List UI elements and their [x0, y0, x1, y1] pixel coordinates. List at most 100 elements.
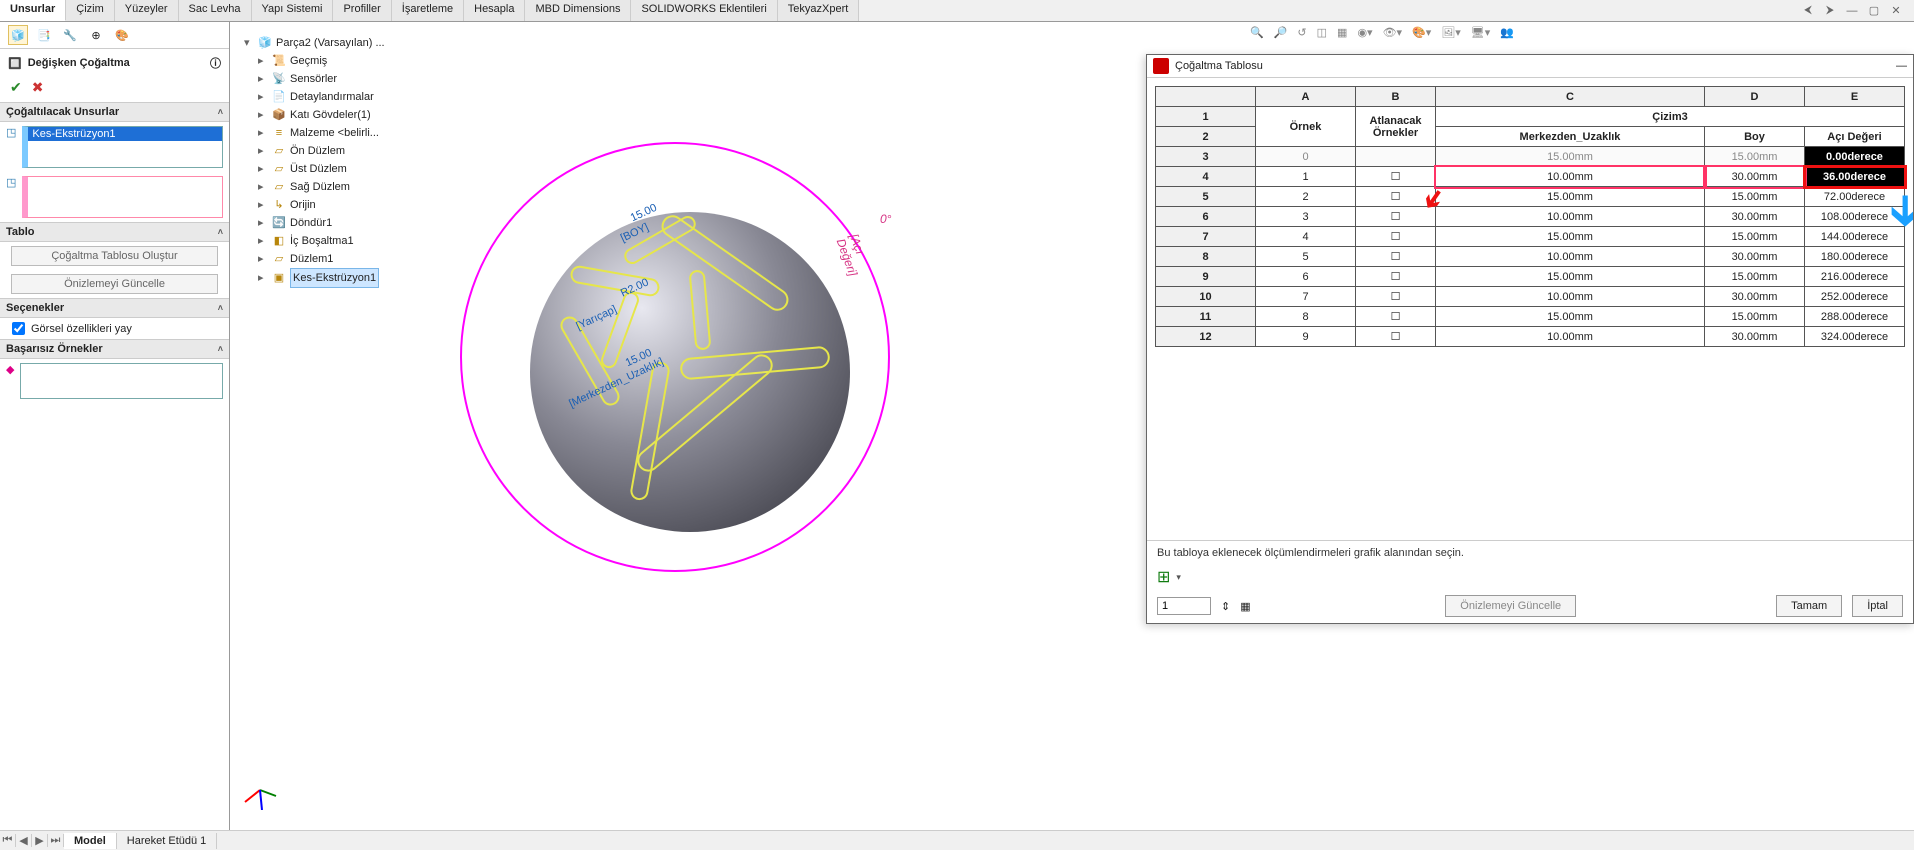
grid-icon[interactable]: ▦ — [1240, 600, 1250, 613]
col-E[interactable]: E — [1805, 87, 1905, 107]
cell[interactable]: 30.00mm — [1705, 167, 1805, 187]
chevron-up-icon[interactable]: ˄ — [218, 344, 223, 354]
zoom-fit-icon[interactable]: 🔍 — [1250, 26, 1264, 39]
feature-tree[interactable]: ▾🧊Parça2 (Varsayılan) ... ▸📜Geçmiş▸📡Sens… — [240, 30, 430, 292]
cell[interactable]: 15.00mm — [1705, 187, 1805, 207]
prev-view-icon[interactable]: ↺ — [1297, 26, 1306, 39]
cell[interactable]: 0 — [1256, 147, 1356, 167]
more-icon[interactable]: 👥 — [1500, 26, 1514, 39]
pattern-table[interactable]: A B C D E 1 Örnek Atlanacak Örnekler Çiz… — [1155, 86, 1905, 347]
tree-item[interactable]: ▸📄Detaylandırmalar — [244, 88, 426, 106]
close-icon[interactable]: ✕ — [1888, 4, 1904, 17]
propagate-visual-checkbox[interactable] — [12, 322, 25, 335]
maximize-icon[interactable]: ▢ — [1866, 4, 1882, 17]
tree-item[interactable]: ▸▱Düzlem1 — [244, 250, 426, 268]
cell[interactable]: ☐ — [1356, 267, 1436, 287]
tree-item[interactable]: ▸▣Kes-Ekstrüzyon1 — [244, 268, 426, 288]
row-number[interactable]: 5 — [1156, 187, 1256, 207]
cell[interactable]: 7 — [1256, 287, 1356, 307]
cell[interactable]: 3 — [1256, 207, 1356, 227]
tree-item[interactable]: ▸📦Katı Gövdeler(1) — [244, 106, 426, 124]
view-triad[interactable] — [240, 770, 280, 810]
panel-tab-3-icon[interactable]: 🔧 — [60, 25, 80, 45]
features-list[interactable]: Kes-Ekstrüzyon1 — [22, 126, 223, 168]
table-row[interactable]: 129☐10.00mm30.00mm324.00derece — [1156, 327, 1905, 347]
cell[interactable]: 30.00mm — [1705, 287, 1805, 307]
cell[interactable]: ☐ — [1356, 247, 1436, 267]
col-A[interactable]: A — [1256, 87, 1356, 107]
cell[interactable]: 0.00derece — [1805, 147, 1905, 167]
bottom-tab[interactable]: Hareket Etüdü 1 — [117, 833, 218, 849]
cell[interactable]: ☐ — [1356, 307, 1436, 327]
chevron-up-icon[interactable]: ˄ — [218, 227, 223, 237]
chevron-up-icon[interactable]: ˄ — [218, 107, 223, 117]
ribbon-tab-solidworks-eklentileri[interactable]: SOLIDWORKS Eklentileri — [631, 0, 777, 21]
cell[interactable]: ☐ — [1356, 227, 1436, 247]
create-table-button[interactable]: Çoğaltma Tablosu Oluştur — [11, 246, 217, 266]
bodies-list[interactable] — [22, 176, 223, 218]
cell[interactable]: ☐ — [1356, 207, 1436, 227]
table-row[interactable]: 96☐15.00mm15.00mm216.00derece — [1156, 267, 1905, 287]
cell[interactable]: 30.00mm — [1705, 207, 1805, 227]
prev-tab-icon[interactable]: ◀ — [16, 834, 32, 847]
cell[interactable]: 15.00mm — [1436, 147, 1705, 167]
row-number[interactable]: 4 — [1156, 167, 1256, 187]
row-number[interactable]: 10 — [1156, 287, 1256, 307]
ribbon-tab-unsurlar[interactable]: Unsurlar — [0, 0, 66, 21]
help-icon[interactable]: ⓘ — [210, 55, 221, 71]
view-orientation-icon[interactable]: ▦ — [1337, 26, 1347, 39]
collapse-left-icon[interactable]: ⮜ — [1800, 4, 1816, 17]
cell[interactable]: 15.00mm — [1436, 267, 1705, 287]
dialog-update-button[interactable]: Önizlemeyi Güncelle — [1445, 595, 1576, 617]
row-number[interactable]: 12 — [1156, 327, 1256, 347]
ribbon-tab-sac-levha[interactable]: Sac Levha — [179, 0, 252, 21]
excel-icon[interactable]: ⊞ — [1157, 567, 1170, 587]
tree-item[interactable]: ▸📡Sensörler — [244, 70, 426, 88]
tree-item[interactable]: ▸◧İç Boşaltma1 — [244, 232, 426, 250]
cell[interactable]: 252.00derece — [1805, 287, 1905, 307]
appearance-icon[interactable]: 🎨▾ — [1412, 26, 1431, 39]
dialog-cancel-button[interactable]: İptal — [1852, 595, 1903, 617]
instance-count-input[interactable] — [1157, 597, 1211, 615]
cell[interactable]: 15.00mm — [1705, 267, 1805, 287]
cell[interactable]: 10.00mm — [1436, 167, 1705, 187]
ribbon-tab-tekyazxpert[interactable]: TekyazXpert — [778, 0, 860, 21]
failed-list[interactable] — [20, 363, 223, 399]
table-row[interactable]: 85☐10.00mm30.00mm180.00derece — [1156, 247, 1905, 267]
bodies-selector-icon[interactable]: ◳ — [6, 176, 16, 218]
row-number[interactable]: 7 — [1156, 227, 1256, 247]
render-icon[interactable]: 🖥▾ — [1471, 26, 1491, 39]
cell[interactable]: 30.00mm — [1705, 327, 1805, 347]
table-row[interactable]: 107☐10.00mm30.00mm252.00derece — [1156, 287, 1905, 307]
col-C[interactable]: C — [1436, 87, 1705, 107]
ribbon-tab-mbd-dimensions[interactable]: MBD Dimensions — [525, 0, 631, 21]
col-B[interactable]: B — [1356, 87, 1436, 107]
tree-item[interactable]: ▸📜Geçmiş — [244, 52, 426, 70]
cell[interactable]: 15.00mm — [1436, 187, 1705, 207]
cell[interactable]: 5 — [1256, 247, 1356, 267]
cell[interactable]: 15.00mm — [1436, 227, 1705, 247]
cell[interactable]: 288.00derece — [1805, 307, 1905, 327]
cell[interactable]: 1 — [1256, 167, 1356, 187]
tree-item[interactable]: ▸▱Üst Düzlem — [244, 160, 426, 178]
cell[interactable]: 2 — [1256, 187, 1356, 207]
panel-tab-2-icon[interactable]: 📑 — [34, 25, 54, 45]
row-number[interactable]: 9 — [1156, 267, 1256, 287]
table-row[interactable]: 74☐15.00mm15.00mm144.00derece — [1156, 227, 1905, 247]
cell[interactable]: 10.00mm — [1436, 327, 1705, 347]
cell[interactable]: 6 — [1256, 267, 1356, 287]
stepper-icon[interactable]: ⇕ — [1221, 600, 1230, 613]
cell[interactable]: 15.00mm — [1436, 307, 1705, 327]
row-number[interactable]: 11 — [1156, 307, 1256, 327]
cell[interactable]: 10.00mm — [1436, 287, 1705, 307]
cell[interactable]: 10.00mm — [1436, 247, 1705, 267]
cell[interactable]: 30.00mm — [1705, 247, 1805, 267]
cell[interactable]: 15.00mm — [1705, 307, 1805, 327]
cell[interactable]: 324.00derece — [1805, 327, 1905, 347]
col-D[interactable]: D — [1705, 87, 1805, 107]
excel-dropdown-icon[interactable]: ▾ — [1176, 572, 1181, 583]
ribbon-tab-yapı-sistemi[interactable]: Yapı Sistemi — [252, 0, 334, 21]
row-number[interactable]: 8 — [1156, 247, 1256, 267]
first-tab-icon[interactable]: ⏮ — [0, 834, 16, 847]
cell[interactable]: 216.00derece — [1805, 267, 1905, 287]
